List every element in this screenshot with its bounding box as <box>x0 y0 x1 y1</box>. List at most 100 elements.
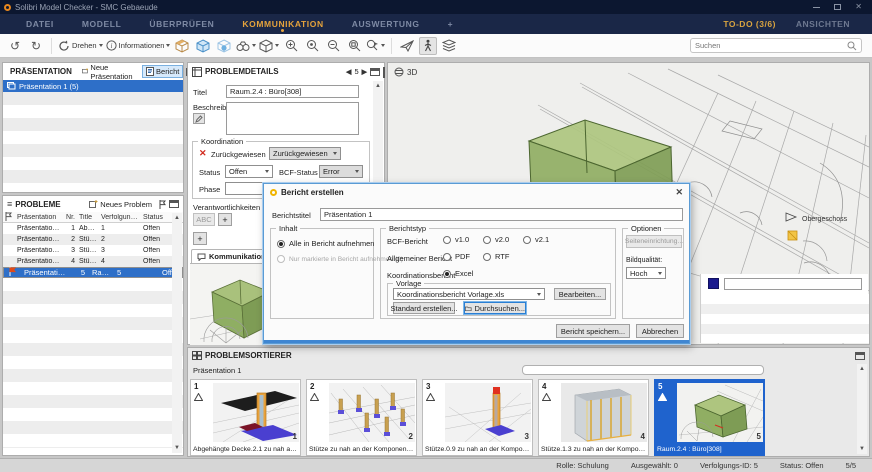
panel-title: PRÄSENTATION <box>10 67 72 76</box>
menu-ueberpruefen[interactable]: ÜBERPRÜFEN <box>135 14 228 34</box>
radio-bcf-v10[interactable]: v1.0 <box>443 235 469 244</box>
view-cube-button[interactable] <box>259 37 279 55</box>
zoom-in-icon[interactable] <box>282 37 300 55</box>
add-item-button[interactable]: + <box>193 232 207 245</box>
float-panel-icon[interactable] <box>855 352 865 360</box>
probleme-table-header[interactable]: Präsentation Nr. Title Verfolgungs-ID St… <box>3 212 183 223</box>
problem-row[interactable]: Präsentation 14Stütz...4Offen <box>3 256 183 267</box>
sorter-card[interactable]: 3 3 Stütze.0.9 zu nah an der Komponente … <box>422 379 533 456</box>
float-panel-icon[interactable] <box>169 200 179 208</box>
prev-problem-icon[interactable]: ◀ <box>346 68 351 76</box>
zoom-selected-icon[interactable] <box>303 37 321 55</box>
mini-list-field[interactable] <box>724 278 862 290</box>
menu-todo[interactable]: TO-DO (3/6) <box>713 19 786 29</box>
abc-button[interactable]: ABC <box>193 213 215 226</box>
sorter-card[interactable]: 2 2 Stütze zu nah an der K <box>306 379 417 456</box>
probleme-list-icon: ≡ <box>7 199 12 209</box>
format-text-button[interactable] <box>193 113 205 124</box>
menu-add-tab[interactable]: + <box>434 14 468 34</box>
sorter-card[interactable]: 4 4 Stütze.1.3 zu nah an der Komponente … <box>538 379 649 456</box>
speech-bubble-icon <box>197 253 206 261</box>
close-icon[interactable]: ✕ <box>855 3 862 11</box>
flag-icon[interactable] <box>159 200 166 209</box>
maximize-icon[interactable] <box>834 4 841 10</box>
3d-view-icon <box>394 67 404 77</box>
sorter-hscrollbar-thumb[interactable] <box>522 365 764 375</box>
tab-kommunikation[interactable]: Kommunikation <box>191 249 272 263</box>
dialog-close-icon[interactable]: ✕ <box>675 187 683 198</box>
search-input[interactable] <box>695 41 847 50</box>
report-button[interactable]: Bericht <box>142 65 183 78</box>
minimize-icon[interactable] <box>813 7 820 8</box>
seiteneinrichtung-button[interactable]: Seiteneinrichtung... <box>626 235 682 248</box>
undo-icon[interactable]: ↺ <box>6 37 24 55</box>
status-ausgewaehlt: Ausgewählt: 0 <box>631 461 678 470</box>
status-rolle: Rolle: Schulung <box>556 461 609 470</box>
camera-icon <box>426 393 435 401</box>
information-button[interactable]: i Informationen <box>106 37 171 55</box>
sorter-card-selected[interactable]: 5 5 Raum.2.4 : Büro[308] <box>654 379 765 456</box>
probleme-panel: ≡ PROBLEME Neues Problem Präsentation Nr… <box>2 195 184 456</box>
radio-pdf[interactable]: PDF <box>443 252 470 261</box>
bildqualitaet-select[interactable]: Hoch <box>626 267 666 279</box>
menu-modell[interactable]: MODELL <box>68 14 135 34</box>
sorter-card[interactable]: 1 1 Abgehängte Decke.2.1 zu nah an der K… <box>190 379 301 456</box>
problem-row-selected[interactable]: Präsentation 15Raum...5Offen <box>3 267 183 278</box>
durchsuchen-button[interactable]: Durchsuchen... <box>464 302 526 314</box>
abbrechen-button[interactable]: Abbrechen <box>636 324 684 338</box>
beschreibung-textarea[interactable] <box>226 102 359 135</box>
radio-alle[interactable]: Alle in Bericht aufnehmen <box>277 239 374 248</box>
radio-bcf-v21[interactable]: v2.1 <box>523 235 549 244</box>
menu-auswertung[interactable]: AUSWERTUNG <box>338 14 434 34</box>
sorter-scrollbar[interactable]: ▲▼ <box>857 364 867 454</box>
zoom-out-icon[interactable] <box>324 37 342 55</box>
zoom-extents-icon[interactable] <box>345 37 363 55</box>
model-cube-orange-icon[interactable] <box>173 37 191 55</box>
inhalt-legend: Inhalt <box>276 224 300 233</box>
add-responsibility-button[interactable]: + <box>218 213 232 226</box>
rotate-button[interactable]: Drehen <box>58 37 103 55</box>
edit-icon <box>195 115 203 123</box>
menu-kommunikation[interactable]: KOMMUNIKATION <box>228 14 337 34</box>
next-problem-icon[interactable]: ▶ <box>362 68 367 76</box>
bericht-speichern-button[interactable]: Bericht speichern... <box>556 324 630 338</box>
camera-icon <box>194 393 203 401</box>
menu-bar: DATEI MODELL ÜBERPRÜFEN KOMMUNIKATION AU… <box>0 14 872 34</box>
radio-bcf-v20[interactable]: v2.0 <box>483 235 509 244</box>
radio-rtf[interactable]: RTF <box>483 252 509 261</box>
menu-ansichten[interactable]: ANSICHTEN <box>786 19 860 29</box>
model-cube-blue-icon[interactable] <box>194 37 212 55</box>
problem-row[interactable]: Präsentation 13Stütz...3Offen <box>3 245 183 256</box>
bearbeiten-button[interactable]: Bearbeiten... <box>554 288 606 300</box>
float-panel-icon[interactable] <box>370 68 380 76</box>
probleme-scrollbar[interactable]: ▲▼ <box>172 213 182 453</box>
bcf-status-select[interactable]: Error <box>319 165 363 178</box>
zurueckgewiesen-label: Zurückgewiesen <box>211 150 266 159</box>
zurueckgewiesen-select[interactable]: Zurückgewiesen <box>269 147 341 160</box>
problem-thumbnail: 3 <box>445 383 531 442</box>
new-problem-button[interactable]: Neues Problem <box>85 198 156 211</box>
binoculars-button[interactable] <box>236 37 256 55</box>
zoom-pick-button[interactable] <box>366 37 385 55</box>
praesentation-panel: PRÄSENTATION Neue Präsentation Bericht P… <box>2 62 184 193</box>
problem-row[interactable]: Präsentation 12Stütz...2Offen <box>3 234 183 245</box>
new-presentation-button[interactable]: Neue Präsentation <box>78 61 139 83</box>
float-panel-icon[interactable] <box>383 67 385 78</box>
vorlage-select[interactable]: Koordinationsbericht Vorlage.xls <box>393 288 545 300</box>
menu-datei[interactable]: DATEI <box>12 14 68 34</box>
radio-excel[interactable]: Excel <box>443 269 473 278</box>
walk-mode-icon[interactable] <box>419 37 437 55</box>
berichtstitel-field[interactable] <box>320 208 683 221</box>
titel-field[interactable] <box>226 85 359 98</box>
panel-title: PROBLEMSORTIERER <box>205 351 292 360</box>
panel-title: PROBLEME <box>15 200 60 209</box>
redo-icon[interactable]: ↻ <box>27 37 45 55</box>
status-select[interactable]: Offen <box>225 165 273 178</box>
layers-icon[interactable] <box>440 37 458 55</box>
standard-erstellen-button[interactable]: Standard erstellen... <box>393 302 455 314</box>
dialog-titlebar: Bericht erstellen ✕ <box>264 184 689 201</box>
problem-row[interactable]: Präsentation 11Abge...1Offen <box>3 223 183 234</box>
sorter-subtitle: Präsentation 1 <box>193 366 241 375</box>
fly-mode-icon[interactable] <box>398 37 416 55</box>
model-cube-lightblue-icon[interactable] <box>215 37 233 55</box>
